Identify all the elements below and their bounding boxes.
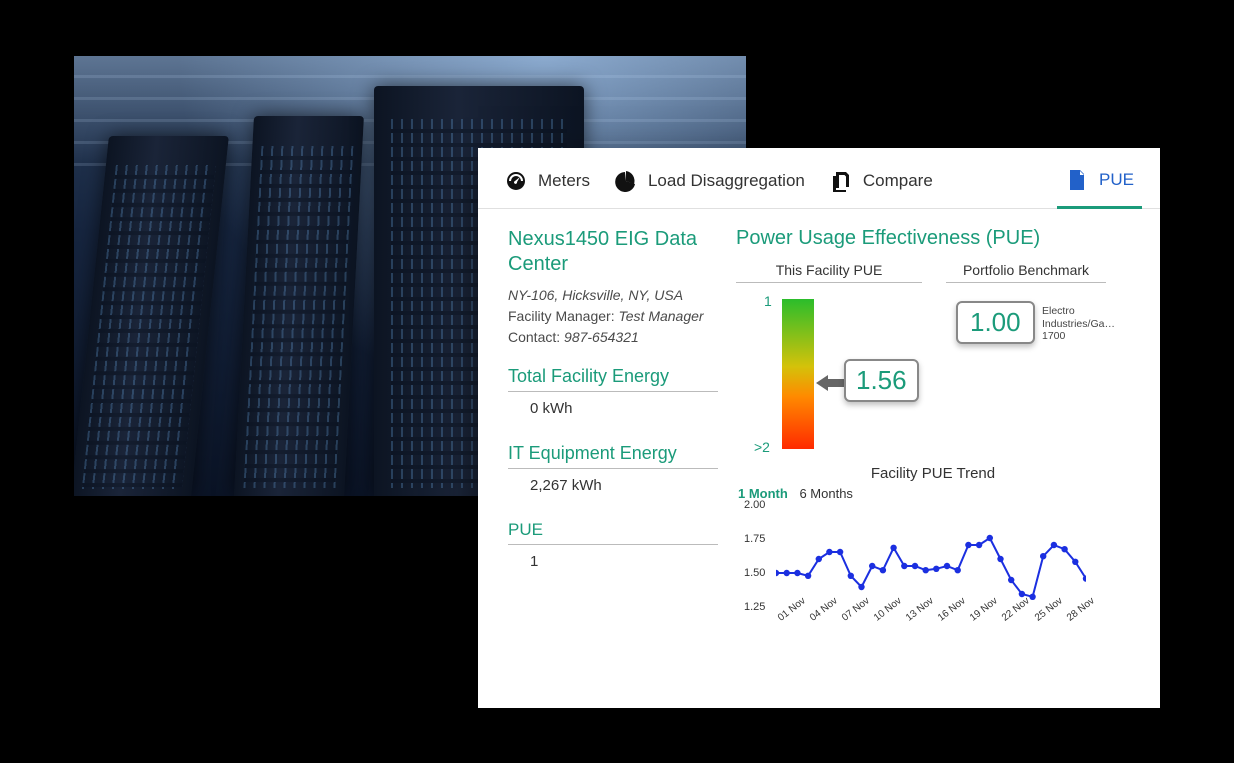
total-energy-value: 0 kWh: [508, 392, 718, 433]
tab-meters[interactable]: Meters: [496, 158, 598, 208]
trend-range-tabs: 1 Month 6 Months: [738, 486, 1130, 501]
this-facility-label: This Facility PUE: [736, 262, 922, 283]
trend-plot-svg: [776, 503, 1086, 608]
gauge-top-label: 1: [764, 293, 772, 309]
trend-title: Facility PUE Trend: [736, 465, 1130, 482]
benchmark-block: 1.00 Electro Industries/Ga… 1700: [946, 291, 1130, 461]
pue-dashboard-card: Meters Load Disaggregation Compare PUE N…: [478, 148, 1160, 708]
tab-load-label: Load Disaggregation: [648, 171, 805, 191]
pue-section-title: Power Usage Effectiveness (PUE): [736, 227, 1130, 250]
trend-chart: 2.00 1.75 1.50 1.25 01 Nov04 Nov07 Nov10…: [738, 503, 1098, 633]
trend-tab-6m[interactable]: 6 Months: [799, 486, 852, 501]
tab-meters-label: Meters: [538, 171, 590, 191]
facility-name: Nexus1450 EIG Data Center: [508, 227, 718, 277]
trend-xticks: 01 Nov04 Nov07 Nov10 Nov13 Nov16 Nov19 N…: [776, 609, 1086, 633]
contact-value: 987-654321: [564, 329, 639, 345]
tab-compare-label: Compare: [863, 171, 933, 191]
benchmark-org-name: Electro Industries/Ga…: [1042, 305, 1132, 330]
it-energy-label: IT Equipment Energy: [508, 443, 718, 469]
dashboard-body: Nexus1450 EIG Data Center NY-106, Hicksv…: [478, 209, 1160, 711]
ytick-1.25: 1.25: [744, 601, 765, 613]
pue-metric-value: 1: [508, 545, 718, 586]
ytick-1.75: 1.75: [744, 533, 765, 545]
ytick-2.00: 2.00: [744, 499, 765, 511]
manager-value: Test Manager: [618, 308, 703, 324]
pue-metric-label: PUE: [508, 520, 718, 545]
tab-bar: Meters Load Disaggregation Compare PUE: [478, 148, 1160, 209]
gauge-icon: [504, 169, 528, 193]
arrow-left-icon: [816, 375, 844, 391]
tab-load-disaggregation[interactable]: Load Disaggregation: [606, 158, 813, 208]
gauge-bar: [782, 299, 814, 449]
pue-value-callout: 1.56: [844, 359, 919, 402]
total-energy-label: Total Facility Energy: [508, 366, 718, 392]
tab-pue-label: PUE: [1099, 170, 1134, 190]
manager-label: Facility Manager:: [508, 308, 615, 324]
tab-pue[interactable]: PUE: [1057, 158, 1142, 209]
pue-gauge: 1 >2 1.56: [736, 291, 922, 461]
benchmark-org: Electro Industries/Ga… 1700: [1042, 305, 1132, 343]
benchmark-label: Portfolio Benchmark: [946, 262, 1106, 283]
benchmark-org-code: 1700: [1042, 330, 1132, 343]
facility-column: Nexus1450 EIG Data Center NY-106, Hicksv…: [508, 227, 718, 701]
pie-icon: [614, 169, 638, 193]
gauge-bottom-label: >2: [754, 439, 770, 455]
pue-column: Power Usage Effectiveness (PUE) This Fac…: [736, 227, 1130, 701]
copy-icon: [829, 169, 853, 193]
chart-file-icon: [1065, 168, 1089, 192]
benchmark-value: 1.00: [956, 301, 1035, 344]
contact-label: Contact:: [508, 329, 560, 345]
facility-address: NY-106, Hicksville, NY, USA: [508, 285, 718, 306]
facility-meta: NY-106, Hicksville, NY, USA Facility Man…: [508, 285, 718, 348]
it-energy-value: 2,267 kWh: [508, 469, 718, 510]
tab-compare[interactable]: Compare: [821, 158, 941, 208]
ytick-1.50: 1.50: [744, 567, 765, 579]
